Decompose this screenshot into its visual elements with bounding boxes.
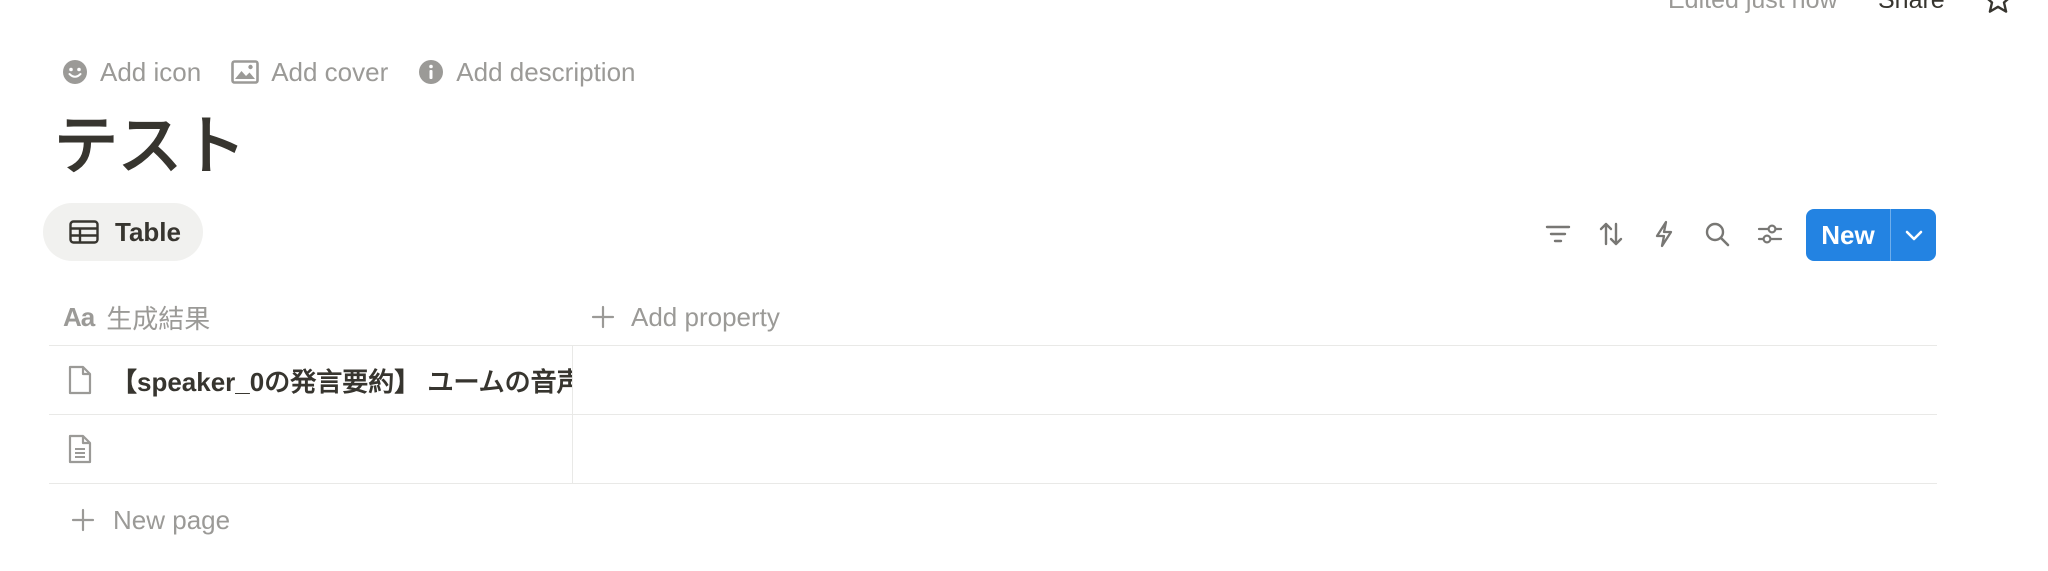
- new-page-label: New page: [113, 504, 231, 535]
- info-icon: [419, 60, 444, 84]
- star-icon[interactable]: [1982, 0, 2014, 16]
- database-table: Aa 生成結果 Add property 【speaker_0の発言要約】 ユー…: [49, 289, 1937, 556]
- share-button[interactable]: Share: [1878, 0, 1945, 15]
- new-page-button[interactable]: New page: [49, 484, 1937, 556]
- add-cover-label: Add cover: [271, 56, 389, 87]
- image-icon: [231, 60, 259, 84]
- new-button[interactable]: New: [1806, 209, 1936, 261]
- plus-icon: [591, 305, 615, 329]
- add-icon-button[interactable]: Add icon: [62, 57, 201, 88]
- row-name-cell[interactable]: 【speaker_0の発言要約】 ユームの音声: [49, 346, 573, 414]
- lightning-icon[interactable]: [1644, 214, 1684, 254]
- table-row[interactable]: 【speaker_0の発言要約】 ユームの音声: [49, 346, 1937, 415]
- chevron-down-icon[interactable]: [1891, 209, 1936, 261]
- add-property-label: Add property: [631, 301, 780, 332]
- add-description-label: Add description: [456, 56, 636, 87]
- row-empty-cell[interactable]: [573, 415, 1937, 483]
- database-toolbar: [1538, 214, 1803, 254]
- search-icon[interactable]: [1697, 214, 1737, 254]
- sort-icon[interactable]: [1591, 214, 1631, 254]
- settings-sliders-icon[interactable]: [1750, 214, 1790, 254]
- tab-table[interactable]: Table: [43, 203, 203, 261]
- column-header-name-label: 生成結果: [106, 303, 211, 334]
- table-header: Aa 生成結果 Add property: [49, 289, 1937, 346]
- page-text-icon: [68, 434, 92, 464]
- filter-icon[interactable]: [1538, 214, 1578, 254]
- add-cover-button[interactable]: Add cover: [231, 57, 388, 88]
- new-button-label[interactable]: New: [1806, 209, 1891, 261]
- smiley-icon: [63, 60, 87, 84]
- row-title: 【speaker_0の発言要約】 ユームの音声: [111, 366, 573, 397]
- table-icon: [69, 220, 99, 244]
- plus-icon: [71, 508, 95, 532]
- tab-table-label: Table: [115, 216, 181, 247]
- add-icon-label: Add icon: [100, 56, 202, 87]
- add-property-button[interactable]: Add property: [573, 289, 780, 345]
- page-actions: Add icon Add cover Add description: [62, 52, 666, 92]
- row-name-cell[interactable]: [49, 415, 573, 483]
- table-row[interactable]: [49, 415, 1937, 484]
- page-icon: [68, 365, 92, 395]
- column-header-name[interactable]: Aa 生成結果: [49, 289, 573, 345]
- page-title[interactable]: テスト: [54, 108, 246, 184]
- title-property-icon: Aa: [63, 301, 95, 332]
- add-description-button[interactable]: Add description: [418, 56, 636, 88]
- edited-status: Edited just now: [1668, 0, 1838, 14]
- row-empty-cell[interactable]: [573, 346, 1937, 414]
